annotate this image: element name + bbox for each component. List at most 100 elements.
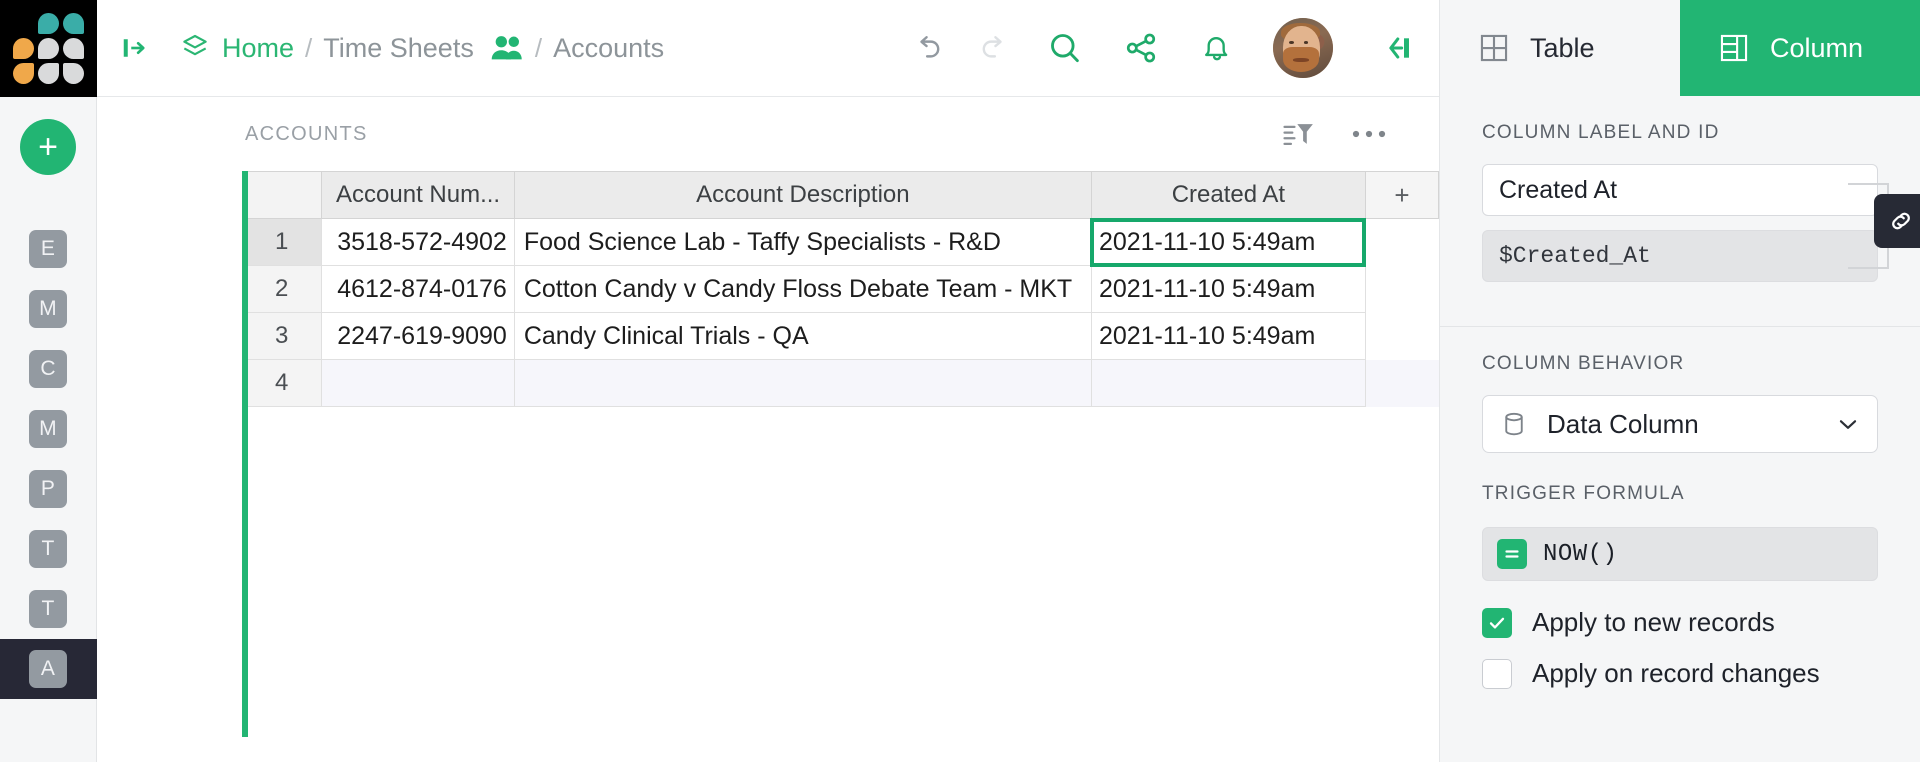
breadcrumb-separator-2: / — [535, 33, 542, 64]
avatar[interactable] — [1255, 18, 1351, 78]
collapse-panel-button[interactable] — [1351, 32, 1439, 64]
column-header-account-description[interactable]: Account Description — [514, 172, 1091, 219]
sidebar-item-label: C — [29, 350, 67, 388]
column-label-heading: COLUMN LABEL AND ID — [1482, 122, 1878, 144]
cell-created-at-selected[interactable]: 2021-11-10 5:49am — [1091, 219, 1365, 266]
add-column-button[interactable]: + — [1365, 172, 1438, 219]
app-logo[interactable] — [0, 0, 97, 97]
sidebar-item-e[interactable]: E — [0, 219, 97, 279]
apply-to-new-records-row[interactable]: Apply to new records — [1482, 607, 1878, 638]
column-label-input[interactable]: Created At — [1482, 164, 1878, 216]
logo-glyph — [13, 13, 84, 84]
breadcrumb-separator: / — [305, 33, 312, 64]
people-icon[interactable] — [490, 33, 524, 63]
sheet-header: ACCOUNTS — [97, 97, 1439, 171]
sidebar-item-p[interactable]: P — [0, 459, 97, 519]
tab-table[interactable]: Table — [1440, 0, 1680, 96]
column-header-gutter — [242, 172, 322, 219]
table-row[interactable]: 2 4612-874-0176 Cotton Candy v Candy Flo… — [242, 266, 1439, 313]
checkbox-label: Apply on record changes — [1532, 658, 1820, 689]
undo-button[interactable] — [895, 31, 961, 65]
link-icon[interactable] — [1874, 194, 1920, 248]
tab-label: Column — [1770, 33, 1863, 64]
column-behavior-section: COLUMN BEHAVIOR Data Column — [1440, 327, 1920, 453]
cell-account-description[interactable]: Candy Clinical Trials - QA — [514, 313, 1091, 360]
column-layout-icon — [1717, 31, 1751, 65]
expand-panel-icon[interactable] — [113, 33, 157, 63]
breadcrumb-accounts[interactable]: Accounts — [553, 33, 664, 64]
breadcrumb-home[interactable]: Home — [222, 33, 294, 64]
sidebar-item-t1[interactable]: T — [0, 519, 97, 579]
row-number: 3 — [242, 313, 322, 360]
trigger-formula-field[interactable]: NOW() — [1482, 527, 1878, 581]
search-button[interactable] — [1027, 29, 1103, 67]
chevron-down-icon[interactable] — [1835, 411, 1861, 437]
column-id-field: $Created_At — [1482, 230, 1878, 282]
sidebar-item-label: M — [29, 410, 67, 448]
cell-account-description[interactable]: Food Science Lab - Taffy Specialists - R… — [514, 219, 1091, 266]
layers-icon[interactable] — [179, 32, 211, 64]
cell-created-at[interactable]: 2021-11-10 5:49am — [1091, 266, 1365, 313]
sidebar-item-a[interactable]: A — [0, 639, 97, 699]
sort-filter-icon[interactable] — [1281, 117, 1315, 151]
column-header-created-at[interactable]: Created At — [1091, 172, 1365, 219]
cell-account-number[interactable] — [322, 360, 515, 407]
cell-created-at[interactable] — [1091, 360, 1365, 407]
table-row-new[interactable]: 4 — [242, 360, 1439, 407]
sheet-area: ACCOUNTS — [97, 97, 1439, 762]
column-behavior-value: Data Column — [1547, 409, 1699, 440]
column-behavior-select[interactable]: Data Column — [1482, 395, 1878, 453]
cell-spacer — [1365, 313, 1438, 360]
cell-account-number[interactable]: 4612-874-0176 — [322, 266, 515, 313]
cell-spacer — [1365, 219, 1438, 266]
sidebar-item-list: E M C M P T T A — [0, 219, 97, 699]
cell-spacer — [1365, 266, 1438, 313]
trigger-formula-heading: TRIGGER FORMULA — [1482, 483, 1878, 505]
main-area: Home / Time Sheets / Accounts — [97, 0, 1440, 762]
row-number: 4 — [242, 360, 322, 407]
left-rail: + E M C M P T T A — [0, 0, 97, 762]
trigger-formula-section: TRIGGER FORMULA NOW() Apply to new recor… — [1440, 453, 1920, 689]
checkbox-apply-record-changes[interactable] — [1482, 659, 1512, 689]
data-grid-container: Account Num... Account Description Creat… — [97, 171, 1439, 407]
row-number: 2 — [242, 266, 322, 313]
breadcrumb-time-sheets[interactable]: Time Sheets — [323, 33, 474, 64]
right-panel: Table Column COLUMN LABEL AND ID Created… — [1440, 0, 1920, 762]
grid-accent-bar — [242, 171, 248, 737]
sidebar-item-m1[interactable]: M — [0, 279, 97, 339]
cell-created-at[interactable]: 2021-11-10 5:49am — [1091, 313, 1365, 360]
cell-spacer — [1365, 360, 1438, 407]
grid-header-row: Account Num... Account Description Creat… — [242, 172, 1439, 219]
sidebar-item-t2[interactable]: T — [0, 579, 97, 639]
checkbox-apply-new-records[interactable] — [1482, 608, 1512, 638]
trigger-formula-value: NOW() — [1543, 541, 1618, 568]
sidebar-item-c[interactable]: C — [0, 339, 97, 399]
panel-tab-bar: Table Column — [1440, 0, 1920, 96]
notifications-button[interactable] — [1179, 30, 1255, 66]
table-row[interactable]: 1 3518-572-4902 Food Science Lab - Taffy… — [242, 219, 1439, 266]
column-label-section: COLUMN LABEL AND ID Created At $Created_… — [1440, 96, 1920, 282]
sidebar-item-label: M — [29, 290, 67, 328]
sidebar-item-m2[interactable]: M — [0, 399, 97, 459]
cell-account-description[interactable] — [514, 360, 1091, 407]
cell-account-description[interactable]: Cotton Candy v Candy Floss Debate Team -… — [514, 266, 1091, 313]
more-options-icon[interactable] — [1351, 127, 1387, 141]
add-button[interactable]: + — [20, 119, 76, 175]
apply-on-record-changes-row[interactable]: Apply on record changes — [1482, 658, 1878, 689]
sheet-title: ACCOUNTS — [245, 123, 368, 146]
tab-column[interactable]: Column — [1680, 0, 1920, 96]
table-grid-icon — [1477, 31, 1511, 65]
sidebar-item-label: A — [29, 650, 67, 688]
share-button[interactable] — [1103, 30, 1179, 66]
column-header-account-number[interactable]: Account Num... — [322, 172, 515, 219]
top-bar: Home / Time Sheets / Accounts — [97, 0, 1439, 97]
column-behavior-heading: COLUMN BEHAVIOR — [1482, 353, 1878, 375]
sidebar-item-label: E — [29, 230, 67, 268]
checkbox-label: Apply to new records — [1532, 607, 1775, 638]
sidebar-item-label: T — [29, 530, 67, 568]
cell-account-number[interactable]: 3518-572-4902 — [322, 219, 515, 266]
redo-button[interactable] — [961, 31, 1027, 65]
table-row[interactable]: 3 2247-619-9090 Candy Clinical Trials - … — [242, 313, 1439, 360]
equals-icon — [1497, 539, 1527, 569]
cell-account-number[interactable]: 2247-619-9090 — [322, 313, 515, 360]
